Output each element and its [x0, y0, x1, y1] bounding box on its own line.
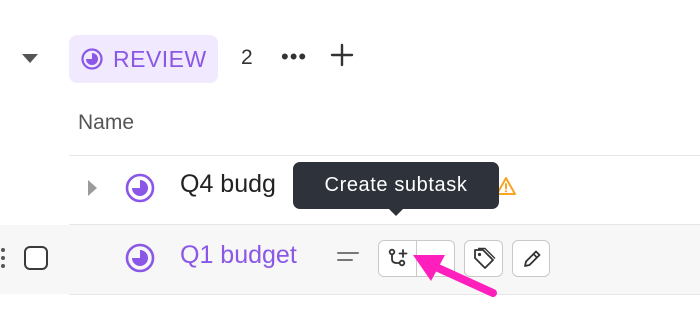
status-review-icon[interactable]	[125, 243, 155, 273]
edit-task-button[interactable]	[512, 240, 550, 277]
edit-pencil-icon	[524, 250, 541, 267]
description-lines-icon	[337, 252, 359, 261]
tooltip: Create subtask	[293, 162, 499, 209]
task-name[interactable]: Q1 budget	[180, 241, 297, 270]
plus-icon[interactable]	[329, 42, 355, 68]
task-count: 2	[241, 46, 253, 69]
task-name[interactable]: Q4 budg	[180, 170, 276, 199]
divider	[69, 294, 700, 295]
status-pill-review[interactable]: REVIEW	[69, 35, 218, 83]
more-icon[interactable]: •••	[281, 44, 307, 70]
collapse-group-icon[interactable]	[22, 54, 38, 63]
annotation-arrow-icon	[413, 255, 497, 297]
status-label: REVIEW	[113, 45, 207, 72]
status-review-icon[interactable]	[125, 173, 155, 203]
tooltip-pointer	[388, 208, 404, 216]
warning-icon	[496, 177, 516, 195]
task-checkbox[interactable]	[24, 246, 48, 270]
expand-subtasks-icon[interactable]	[88, 180, 97, 196]
divider	[69, 155, 700, 156]
column-header-name[interactable]: Name	[78, 111, 134, 135]
status-review-icon	[81, 48, 103, 70]
drag-handle-icon[interactable]	[0, 246, 8, 270]
tooltip-text: Create subtask	[324, 174, 468, 196]
